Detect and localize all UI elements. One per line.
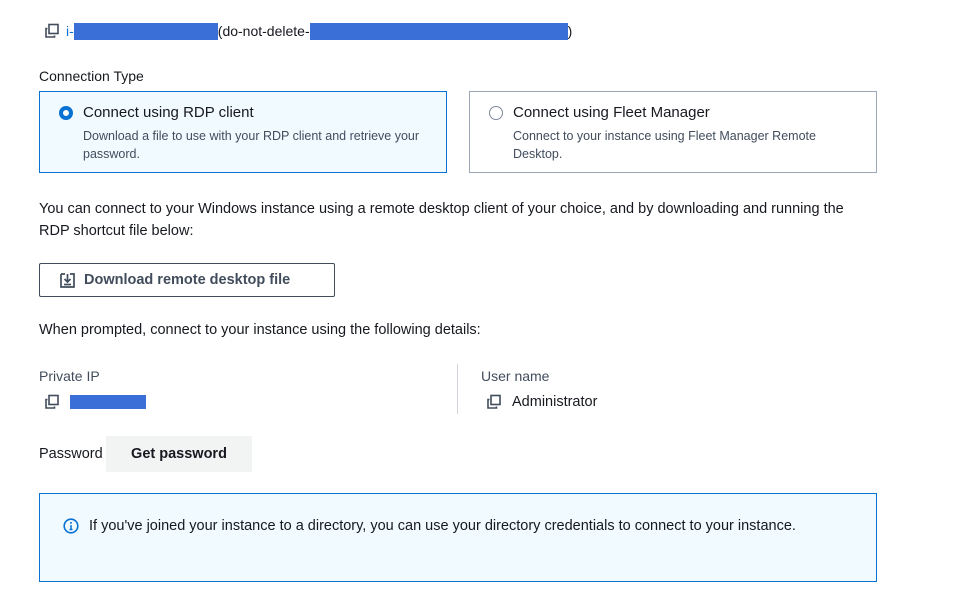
- download-button-label: Download remote desktop file: [84, 272, 291, 288]
- rdp-client-option[interactable]: Connect using RDP client Download a file…: [39, 91, 447, 173]
- user-name-row: Administrator: [486, 394, 597, 410]
- private-ip-label: Private IP: [39, 368, 100, 384]
- rdp-client-radio[interactable]: [59, 106, 73, 120]
- fleet-manager-option[interactable]: Connect using Fleet Manager Connect to y…: [469, 91, 877, 173]
- private-ip-value: [44, 394, 146, 410]
- fleet-manager-description: Connect to your instance using Fleet Man…: [513, 129, 816, 161]
- info-alert: If you've joined your instance to a dire…: [39, 493, 877, 582]
- rdp-client-description: Download a file to use with your RDP cli…: [83, 129, 420, 161]
- info-text: If you've joined your instance to a dire…: [89, 518, 796, 534]
- download-remote-desktop-file-button[interactable]: Download remote desktop file: [39, 263, 335, 297]
- column-divider: [457, 364, 458, 414]
- copy-icon[interactable]: [44, 394, 60, 410]
- instance-name-prefix: (do-not-delete-: [217, 23, 310, 39]
- fleet-manager-title: Connect using Fleet Manager: [513, 104, 710, 121]
- password-label: Password: [39, 446, 103, 462]
- rdp-client-title: Connect using RDP client: [83, 104, 254, 121]
- copy-icon[interactable]: [44, 23, 60, 39]
- connection-type-label: Connection Type: [39, 68, 144, 84]
- copy-icon[interactable]: [486, 394, 502, 410]
- info-icon: [63, 518, 79, 539]
- download-icon: [59, 272, 76, 289]
- instance-name-suffix: ): [567, 23, 573, 39]
- redacted-private-ip: [70, 395, 146, 409]
- instance-id-line: i- (do-not-delete- ): [44, 21, 572, 41]
- intro-text: You can connect to your Windows instance…: [39, 201, 844, 239]
- instance-id-link[interactable]: i-: [66, 23, 74, 39]
- get-password-button[interactable]: Get password: [106, 436, 252, 472]
- redacted-instance-id: [73, 22, 218, 40]
- user-name-value: Administrator: [512, 394, 598, 410]
- prompt-text: When prompted, connect to your instance …: [39, 322, 481, 338]
- redacted-instance-name: [309, 22, 568, 40]
- user-name-label: User name: [481, 368, 550, 384]
- fleet-manager-radio[interactable]: [489, 106, 503, 120]
